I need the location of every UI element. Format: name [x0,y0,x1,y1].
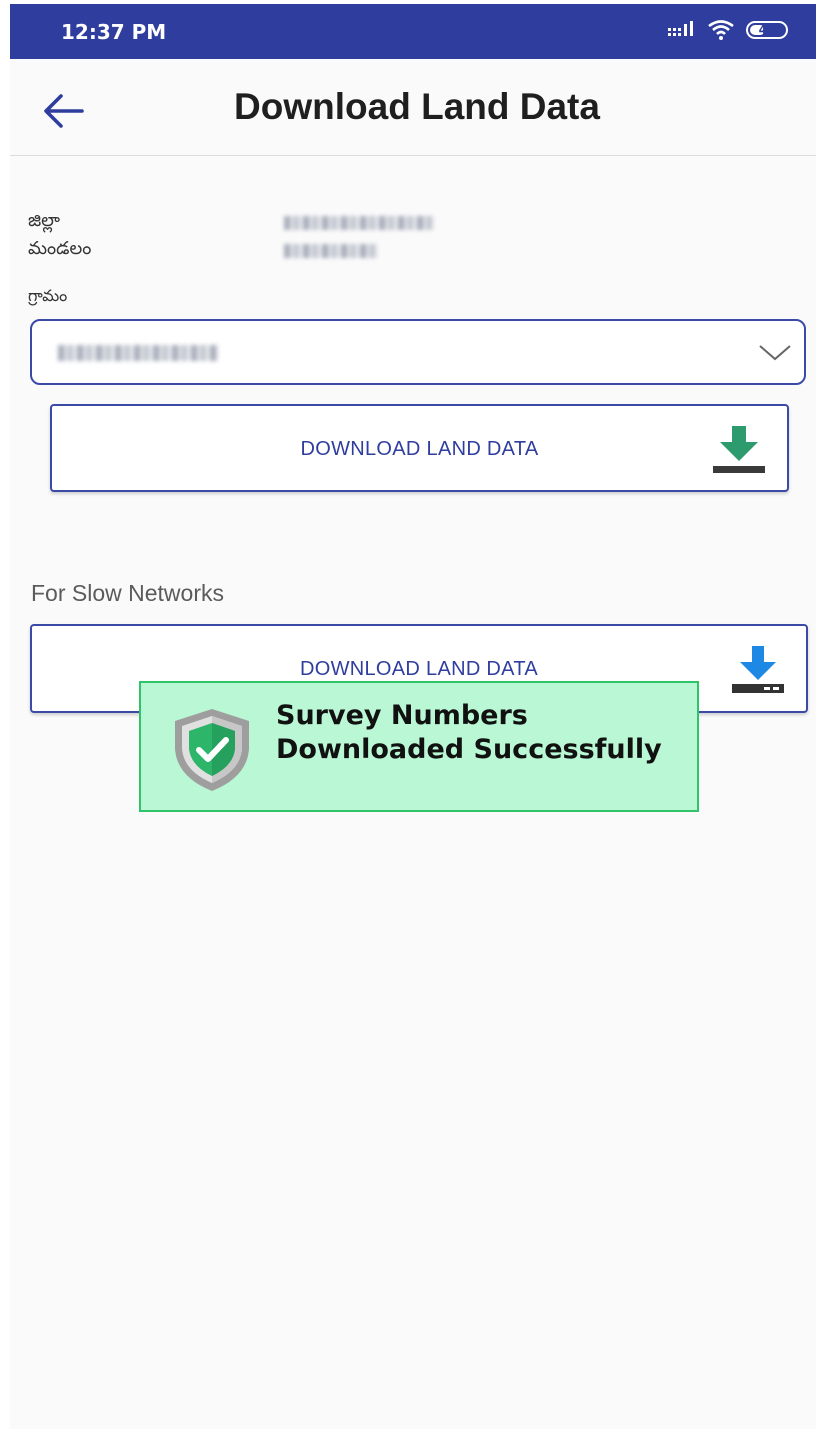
shield-check-icon [175,709,249,791]
download-land-data-button[interactable]: DOWNLOAD LAND DATA [50,404,789,492]
toast-message: Survey Numbers Downloaded Successfully [276,700,662,765]
district-value [284,216,434,230]
page-title: Download Land Data [234,86,600,127]
download-slow-button-label: DOWNLOAD LAND DATA [299,658,539,680]
mandal-label: మండలం [28,238,92,259]
chevron-down-icon [759,345,791,361]
download-icon [732,646,784,693]
success-toast: Survey Numbers Downloaded Successfully [139,681,699,812]
status-time: 12:37 PM [61,20,167,44]
signal-icon [668,21,693,36]
status-bar: 12:37 PM 44 [10,4,816,59]
battery-level: 44 [758,23,776,37]
mandal-value [284,244,378,258]
village-selected-value [58,345,218,361]
slow-networks-label: For Slow Networks [31,580,224,606]
status-icons: 44 [668,20,788,40]
battery-icon: 44 [746,21,788,39]
district-label: జిల్లా [28,210,61,231]
app-screen: 12:37 PM 44 Download Land Data జిల్లా మం… [10,4,816,1429]
wifi-icon [708,20,734,40]
app-bar: Download Land Data [10,59,816,156]
download-icon [713,426,765,473]
download-button-label: DOWNLOAD LAND DATA [300,438,539,460]
village-select[interactable] [30,319,806,385]
village-label: గ్రామం [28,286,68,305]
